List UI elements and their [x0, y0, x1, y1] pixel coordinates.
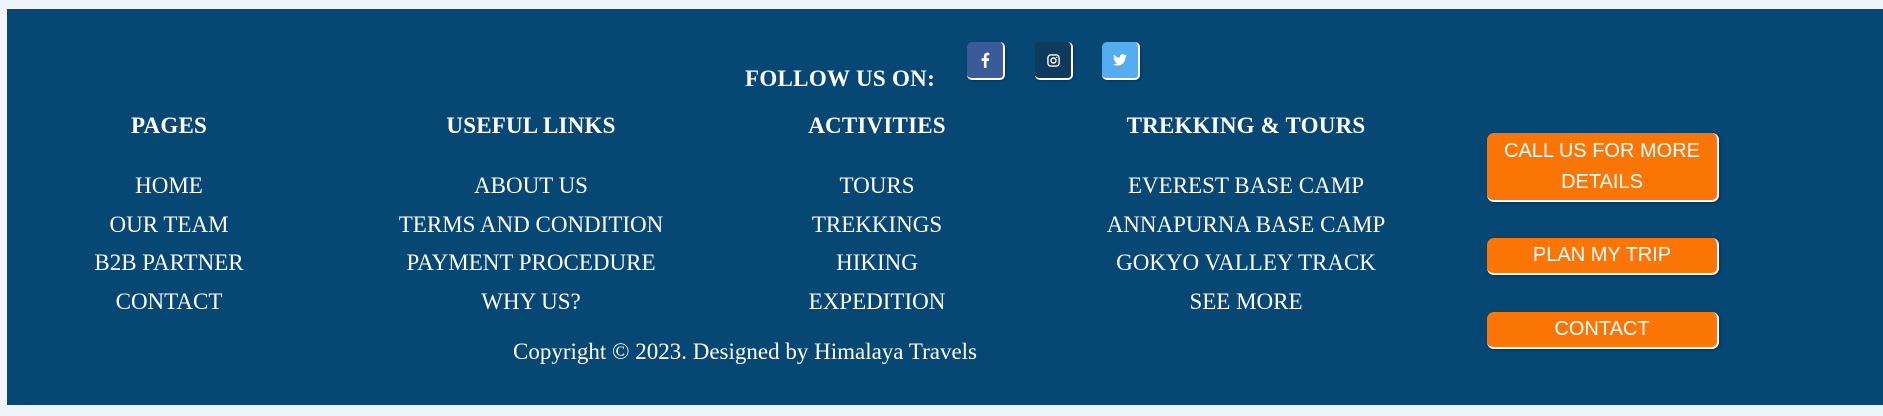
- footer-link-trekkings[interactable]: TREKKINGS: [744, 206, 1010, 245]
- footer-link-see-more[interactable]: SEE MORE: [1068, 283, 1424, 322]
- twitter-button[interactable]: [1102, 42, 1140, 80]
- facebook-button[interactable]: [967, 42, 1005, 80]
- site-footer: FOLLOW US ON: PAGES HOME OUR TEAM B2B PA…: [7, 9, 1883, 405]
- footer-link-why-us[interactable]: WHY US?: [362, 283, 700, 322]
- twitter-icon: [1113, 54, 1127, 66]
- footer-link-b2b-partner[interactable]: B2B PARTNER: [35, 244, 303, 283]
- footer-link-gokyo-valley-track[interactable]: GOKYO VALLEY TRACK: [1068, 244, 1424, 283]
- copyright-text: Copyright © 2023. Designed by Himalaya T…: [512, 339, 978, 364]
- pages-heading: PAGES: [131, 113, 207, 138]
- useful-links-column: USEFUL LINKS ABOUT US TERMS AND CONDITIO…: [362, 112, 700, 321]
- footer-link-contact[interactable]: CONTACT: [35, 283, 303, 322]
- call-us-button[interactable]: CALL US FOR MORE DETAILS: [1487, 133, 1719, 202]
- useful-links-heading: USEFUL LINKS: [446, 113, 616, 138]
- footer-link-our-team[interactable]: OUR TEAM: [35, 206, 303, 245]
- instagram-icon: [1046, 53, 1060, 67]
- footer-link-everest-base-camp[interactable]: EVEREST BASE CAMP: [1068, 167, 1424, 206]
- footer-link-expedition[interactable]: EXPEDITION: [744, 283, 1010, 322]
- footer-link-annapurna-base-camp[interactable]: ANNAPURNA BASE CAMP: [1068, 206, 1424, 245]
- trekking-tours-heading: TREKKING & TOURS: [1126, 113, 1366, 138]
- pages-column: PAGES HOME OUR TEAM B2B PARTNER CONTACT: [35, 112, 303, 321]
- footer-link-terms[interactable]: TERMS AND CONDITION: [362, 206, 700, 245]
- contact-button[interactable]: CONTACT: [1487, 312, 1719, 349]
- activities-column: ACTIVITIES TOURS TREKKINGS HIKING EXPEDI…: [744, 112, 1010, 321]
- instagram-button[interactable]: [1035, 42, 1073, 80]
- footer-link-payment-procedure[interactable]: PAYMENT PROCEDURE: [362, 244, 700, 283]
- facebook-icon: [981, 52, 990, 68]
- plan-my-trip-button[interactable]: PLAN MY TRIP: [1487, 238, 1719, 275]
- footer-link-about-us[interactable]: ABOUT US: [362, 167, 700, 206]
- footer-link-tours[interactable]: TOURS: [744, 167, 1010, 206]
- follow-us-label: FOLLOW US ON:: [745, 66, 936, 91]
- footer-link-home[interactable]: HOME: [35, 167, 303, 206]
- activities-heading: ACTIVITIES: [808, 113, 946, 138]
- trekking-tours-column: TREKKING & TOURS EVEREST BASE CAMP ANNAP…: [1068, 112, 1424, 321]
- footer-link-hiking[interactable]: HIKING: [744, 244, 1010, 283]
